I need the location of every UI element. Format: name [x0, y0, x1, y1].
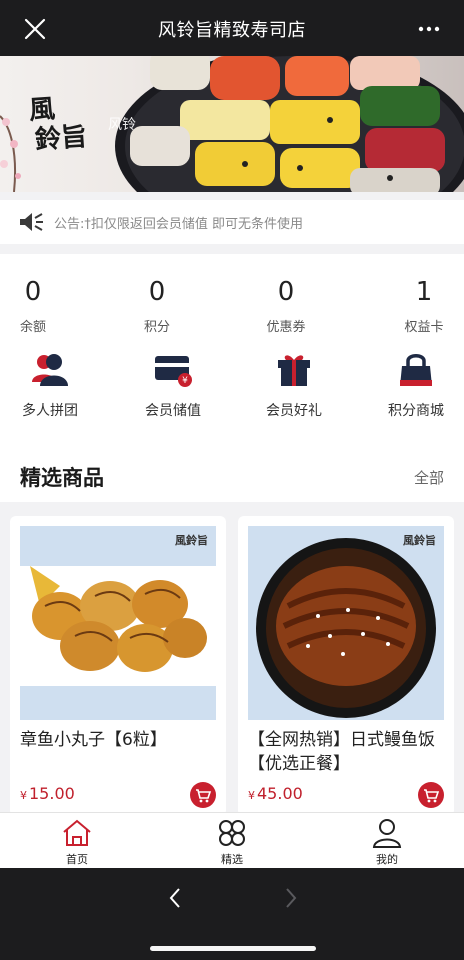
tab-profile-label: 我的 — [376, 853, 398, 866]
announcement-text: 公告:†扣仅限返回会员储值 即可无条件使用 — [54, 217, 304, 232]
user-icon — [372, 819, 402, 848]
stored-value-label: 会员储值 — [145, 403, 201, 419]
view-all-link[interactable]: 全部 — [414, 467, 444, 488]
browser-navigation — [0, 868, 464, 960]
product-card[interactable]: 風鈴旨 【全网热销】日式鳗鱼饭【优选正餐】 ¥45.00 — [238, 516, 454, 812]
price-value: 45.00 — [257, 784, 303, 803]
group-icon — [32, 354, 68, 386]
announcement-bar[interactable]: 公告:†扣仅限返回会员储值 即可无条件使用 — [0, 200, 464, 244]
takoyaki-image — [20, 566, 216, 686]
eel-rice-image — [256, 538, 436, 718]
coupons-value: 0 — [277, 277, 295, 307]
stat-points[interactable]: 0 积分 — [138, 276, 176, 335]
speaker-icon — [20, 213, 43, 231]
forward-arrow-icon[interactable] — [278, 886, 302, 910]
product-image: 風鈴旨 — [20, 526, 216, 720]
balance-value: 0 — [24, 277, 42, 307]
home-icon — [63, 819, 91, 846]
back-arrow-icon[interactable] — [164, 886, 188, 910]
balance-label: 余额 — [19, 320, 46, 335]
page-content: 風 鈴旨 风铃 公告:†扣仅限返回会员储值 即可无条件使用 0 余额 0 积分 … — [0, 56, 464, 812]
service-member-gift[interactable]: 会员好礼 — [244, 350, 344, 420]
top-bar: 风铃旨精致寿司店 — [0, 0, 464, 56]
stat-balance[interactable]: 0 余额 — [14, 276, 52, 335]
tab-profile[interactable]: 我的 — [337, 817, 437, 867]
tab-featured-label: 精选 — [221, 853, 243, 866]
product-image: 風鈴旨 — [248, 526, 444, 720]
add-to-cart-button[interactable] — [418, 782, 444, 808]
points-label: 积分 — [143, 320, 170, 335]
grid-icon — [219, 820, 245, 846]
tab-home-label: 首页 — [66, 853, 88, 866]
product-name: 【全网热销】日式鳗鱼饭【优选正餐】 — [248, 730, 435, 774]
product-price: ¥15.00 — [20, 784, 75, 803]
coupons-label: 优惠券 — [266, 320, 306, 335]
svg-text:¥: ¥ — [182, 376, 188, 386]
benefit-cards-label: 权益卡 — [404, 320, 444, 335]
featured-section-title: 精选商品 — [20, 466, 104, 490]
points-mall-label: 积分商城 — [388, 403, 444, 419]
price-value: 15.00 — [29, 784, 75, 803]
stat-benefit-cards[interactable]: 1 权益卡 — [398, 276, 450, 335]
product-name: 章鱼小丸子【6粒】 — [20, 730, 167, 750]
tab-featured[interactable]: 精选 — [182, 817, 282, 867]
card-icon: ¥ — [155, 356, 192, 387]
service-stored-value[interactable]: ¥ 会员储值 — [123, 350, 223, 420]
benefit-cards-value: 1 — [415, 277, 433, 307]
gift-icon — [278, 355, 310, 386]
page-title: 风铃旨精致寿司店 — [158, 20, 306, 41]
product-price: ¥45.00 — [248, 784, 303, 803]
shop-logo: 風 鈴旨 — [27, 94, 89, 156]
banner-overlay-text: 风铃 — [108, 117, 136, 133]
shop-banner[interactable]: 風 鈴旨 风铃 — [0, 56, 464, 192]
member-gift-label: 会员好礼 — [266, 403, 322, 419]
home-indicator[interactable] — [150, 946, 316, 951]
add-to-cart-button[interactable] — [190, 782, 216, 808]
group-buy-label: 多人拼团 — [22, 403, 78, 419]
service-points-mall[interactable]: 积分商城 — [366, 350, 464, 420]
bottom-tab-bar: 首页 精选 我的 — [0, 812, 464, 868]
product-card[interactable]: 風鈴旨 章鱼小丸子【6粒】 ¥15.00 — [10, 516, 226, 812]
stat-coupons[interactable]: 0 优惠券 — [260, 276, 312, 335]
points-value: 0 — [148, 277, 166, 307]
currency-symbol: ¥ — [20, 789, 27, 802]
currency-symbol: ¥ — [248, 789, 255, 802]
product-brand-mark: 風鈴旨 — [175, 534, 208, 547]
more-icon[interactable] — [416, 16, 442, 42]
service-group-buy[interactable]: 多人拼团 — [0, 350, 100, 420]
product-brand-mark: 風鈴旨 — [403, 534, 436, 547]
bag-icon — [400, 354, 432, 386]
tab-home[interactable]: 首页 — [27, 817, 127, 867]
